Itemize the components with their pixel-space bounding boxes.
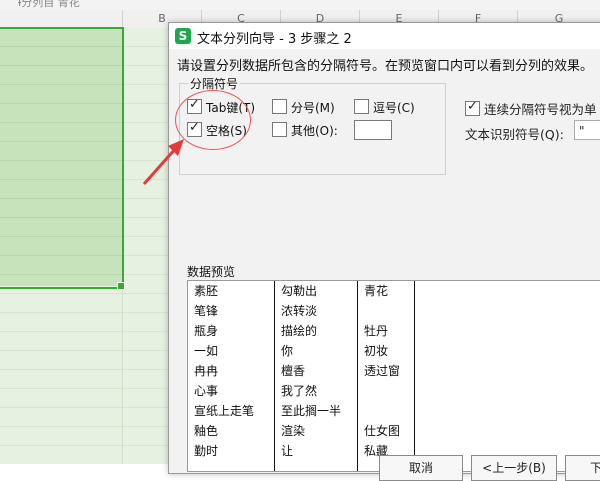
consecutive-delimiters-option[interactable]: 连续分隔符号视为单 [465, 99, 597, 118]
preview-cell: 渲染 [281, 424, 306, 438]
semicolon-option[interactable]: 分号(M) [272, 99, 335, 116]
preview-cell [358, 301, 414, 321]
preview-cell: 透过窗 [364, 364, 401, 378]
back-button[interactable]: <上一步(B) [471, 455, 557, 481]
preview-cell: 至此搁一半 [281, 404, 342, 418]
cancel-button[interactable]: 取消 [379, 455, 463, 481]
text-qualifier-label: 文本识别符号(Q): [465, 127, 564, 142]
consecutive-label: 连续分隔符号视为单 [484, 102, 597, 117]
fill-handle[interactable] [117, 282, 125, 290]
preview-cell: 我了然 [281, 384, 318, 398]
other-delimiter-input[interactable] [354, 120, 392, 140]
preview-cell: 浓转淡 [281, 304, 318, 318]
preview-cell: 一如 [194, 344, 219, 358]
pointer-arrow-icon [142, 139, 184, 185]
selection-border [0, 27, 124, 289]
preview-cell: 描绘的 [281, 324, 318, 338]
semicolon-checkbox[interactable] [272, 99, 287, 114]
preview-cell: 初妆 [364, 344, 389, 358]
other-checkbox[interactable] [272, 122, 287, 137]
preview-column-3[interactable]: 青花 牡丹 初妆 透过窗 仕女图 私藏 [358, 281, 414, 471]
preview-cell: 瓶身 [194, 324, 219, 338]
preview-cell: 宣纸上走笔 [194, 404, 255, 418]
preview-column-separator [414, 281, 415, 471]
semicolon-label: 分号(M) [291, 101, 335, 115]
dialog-title: 文本分列向导 - 3 步骤之 2 [197, 32, 352, 47]
comma-checkbox[interactable] [354, 99, 369, 114]
comma-label: 逗号(C) [373, 101, 415, 115]
preview-cell: 檀香 [281, 364, 306, 378]
preview-cell: 让 [281, 444, 294, 458]
wps-app-icon: S [175, 28, 191, 44]
other-option[interactable]: 其他(O): [272, 122, 338, 139]
preview-cell [358, 381, 414, 401]
preview-column-1[interactable]: 素胚 笔锋 瓶身 一如 冉冉 心事 宣纸上走笔 釉色 勤时 [188, 281, 274, 471]
next-button[interactable]: 下 [565, 455, 600, 481]
preview-cell: 素胚 [194, 284, 219, 298]
text-to-columns-dialog: S 文本分列向导 - 3 步骤之 2 请设置分列数据所包含的分隔符号。在预览窗口… [168, 22, 600, 481]
formula-bar-text: Ɨ分列自 青花 [18, 0, 80, 9]
preview-cell: 你 [281, 344, 294, 358]
preview-cell: 釉色 [194, 424, 219, 438]
preview-column-2[interactable]: 勾勒出 浓转淡 描绘的 你 檀香 我了然 至此搁一半 渲染 让 [275, 281, 357, 471]
preview-cell: 心事 [194, 384, 219, 398]
consecutive-checkbox[interactable] [465, 99, 480, 116]
data-preview-label: 数据预览 [187, 265, 236, 279]
other-label: 其他(O): [291, 124, 338, 138]
preview-cell: 笔锋 [194, 304, 219, 318]
data-preview-pane[interactable]: 素胚 笔锋 瓶身 一如 冉冉 心事 宣纸上走笔 釉色 勤时 勾勒出 浓转淡 描绘… [187, 280, 600, 472]
preview-cell: 青花 [364, 284, 389, 298]
preview-cell: 冉冉 [194, 364, 219, 378]
preview-cell: 勤时 [194, 444, 219, 458]
preview-cell [358, 401, 414, 421]
preview-cell: 勾勒出 [281, 284, 318, 298]
dialog-titlebar[interactable]: S 文本分列向导 - 3 步骤之 2 [169, 23, 600, 49]
dialog-description: 请设置分列数据所包含的分隔符号。在预览窗口内可以看到分列的效果。 [177, 59, 594, 74]
preview-cell: 仕女图 [364, 424, 401, 438]
preview-cell: 牡丹 [364, 324, 389, 338]
comma-option[interactable]: 逗号(C) [354, 99, 415, 116]
text-qualifier-select[interactable]: " [574, 120, 600, 140]
